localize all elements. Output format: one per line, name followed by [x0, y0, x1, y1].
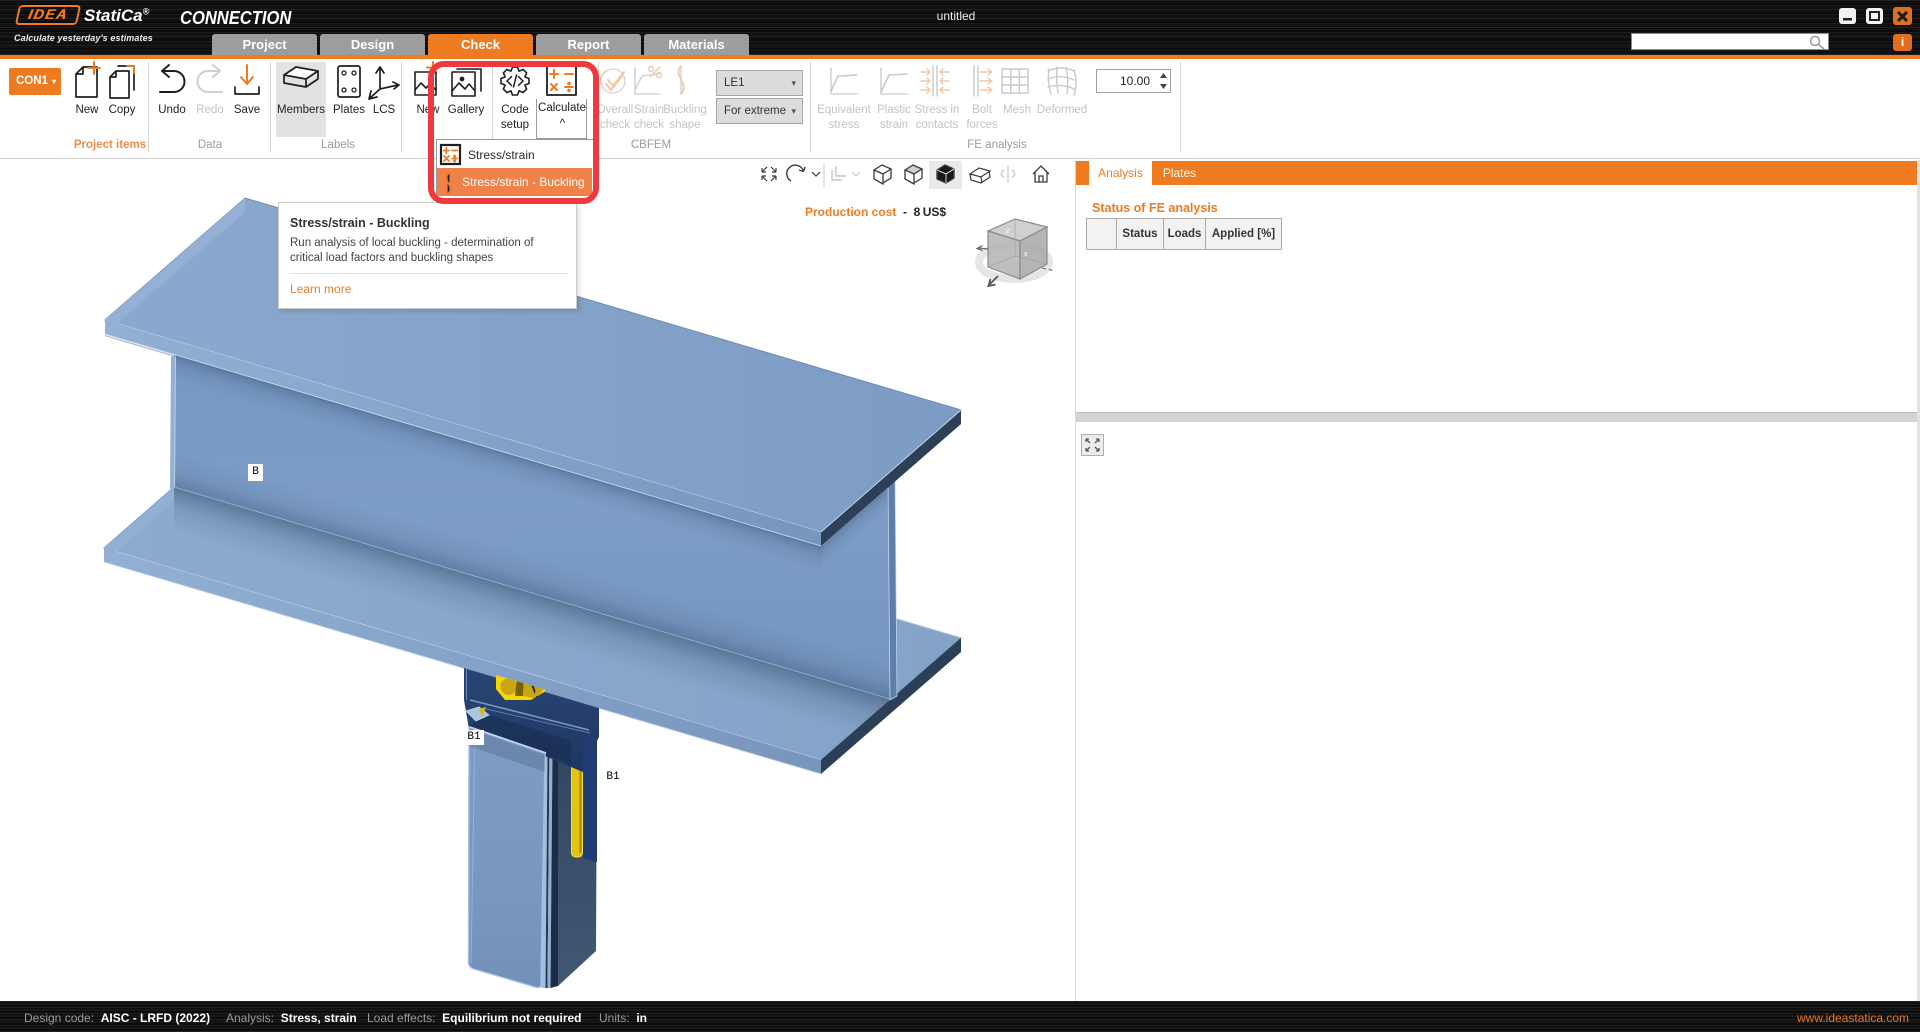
svg-text:x: x	[1024, 251, 1028, 258]
svg-text:z: z	[1006, 228, 1010, 235]
